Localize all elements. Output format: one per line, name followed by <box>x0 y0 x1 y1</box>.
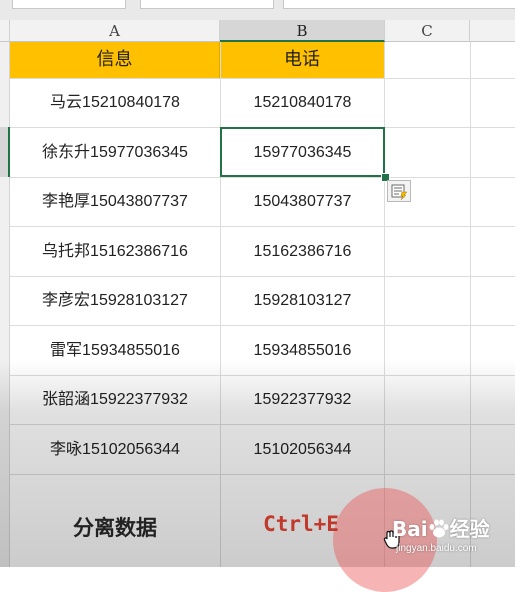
toolbar-tab[interactable] <box>12 0 126 9</box>
select-all-corner[interactable] <box>0 20 10 42</box>
column-header-b[interactable]: B <box>220 20 385 42</box>
cell-info[interactable]: 李艳厚15043807737 <box>10 177 220 226</box>
column-header-a[interactable]: A <box>10 20 220 42</box>
toolbar-strip <box>0 0 515 20</box>
grid-line <box>10 474 515 475</box>
cell-phone[interactable]: 15934855016 <box>220 326 385 375</box>
brand-prefix: Bai <box>392 517 428 541</box>
baidu-watermark: Bai 经验 jingyan.baidu.com <box>392 513 512 561</box>
baidu-logo: Bai 经验 <box>392 513 490 542</box>
cell-info[interactable]: 徐东升15977036345 <box>10 128 220 177</box>
row-header-edge[interactable] <box>0 177 10 567</box>
cell-info[interactable]: 马云15210840178 <box>10 78 220 127</box>
cell-phone[interactable]: 15162386716 <box>220 227 385 276</box>
row-header-selected[interactable] <box>0 127 10 177</box>
column-header-c[interactable]: C <box>385 20 470 42</box>
cell-info[interactable]: 雷军15934855016 <box>10 326 220 375</box>
row-header-edge[interactable] <box>0 42 10 127</box>
flash-fill-options-icon[interactable] <box>387 180 411 202</box>
cell-info[interactable]: 乌托邦15162386716 <box>10 227 220 276</box>
watermark-site: jingyan.baidu.com <box>396 543 477 554</box>
cell-phone[interactable]: 15928103127 <box>220 276 385 325</box>
caption-shortcut: Ctrl+E <box>263 512 339 536</box>
header-cell-info[interactable]: 信息 <box>10 42 220 78</box>
grid-line <box>470 42 471 567</box>
cell-phone[interactable]: 15922377932 <box>220 375 385 424</box>
column-header-d[interactable] <box>470 20 515 42</box>
cell-info[interactable]: 张韶涵15922377932 <box>10 375 220 424</box>
cell-info[interactable]: 李彦宏15928103127 <box>10 276 220 325</box>
toolbar-tab[interactable] <box>140 0 274 9</box>
brand-suffix: 经验 <box>449 517 490 541</box>
active-cell-border <box>220 127 385 177</box>
cell-phone[interactable]: 15210840178 <box>220 78 385 127</box>
toolbar-tab[interactable] <box>283 0 515 9</box>
header-cell-phone[interactable]: 电话 <box>220 42 385 78</box>
baidu-paw-icon <box>428 519 450 539</box>
caption-split-data: 分离数据 <box>73 516 157 540</box>
cell-info[interactable]: 李咏15102056344 <box>10 425 220 474</box>
cell-phone[interactable]: 15102056344 <box>220 425 385 474</box>
cell-phone[interactable]: 15043807737 <box>220 177 385 226</box>
